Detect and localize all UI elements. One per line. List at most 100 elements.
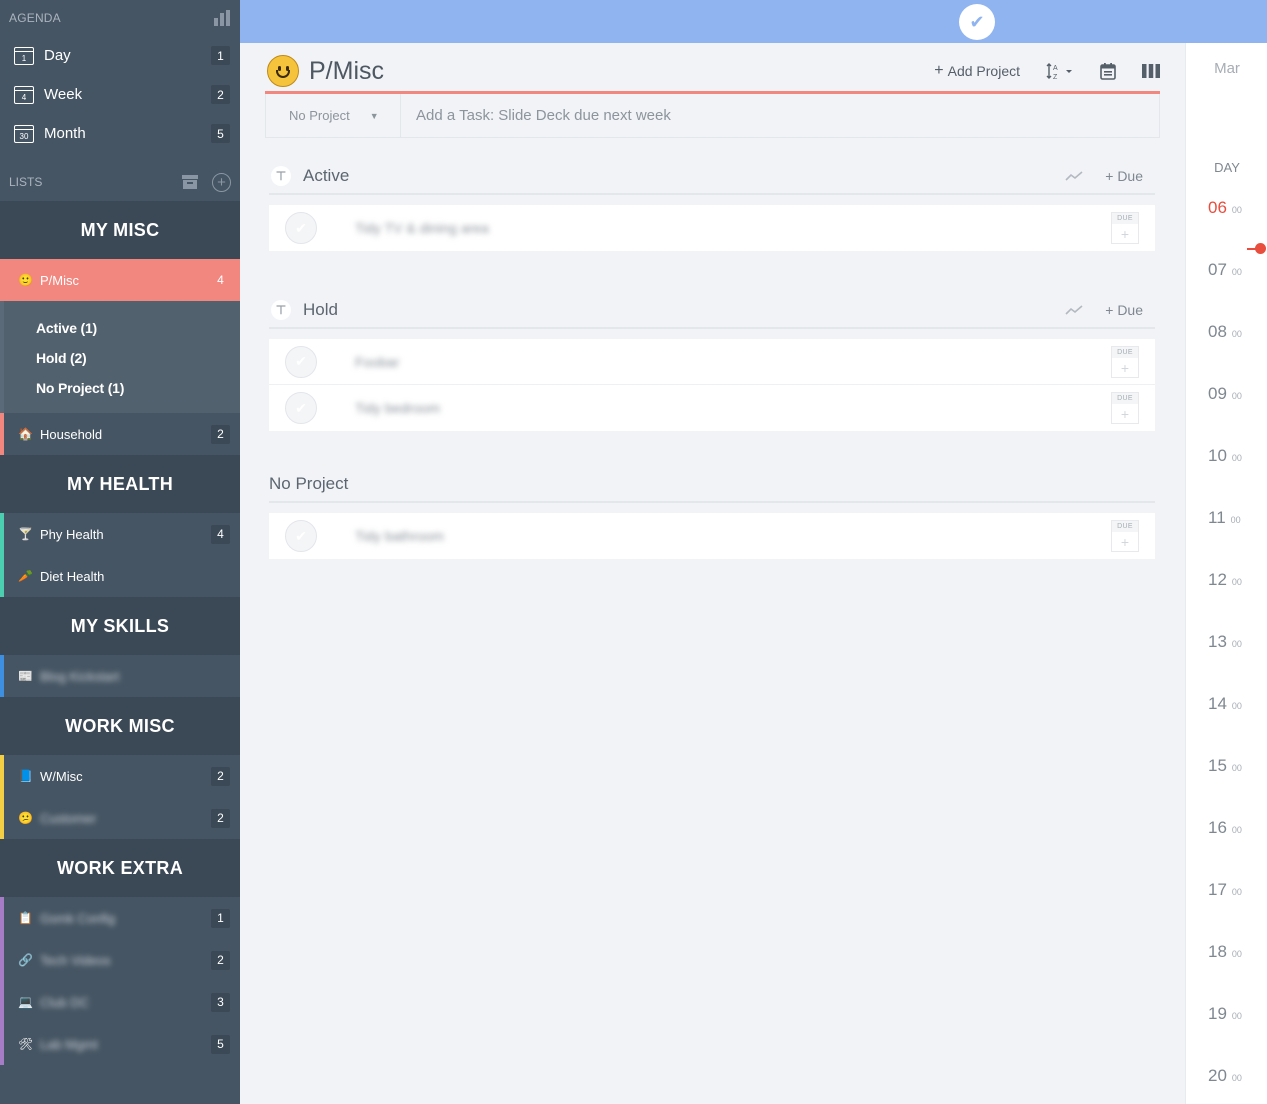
list-item-p-misc[interactable]: 🙂 P/Misc 4 xyxy=(0,259,240,301)
due-date-button[interactable]: DUE + xyxy=(1111,345,1139,378)
list-label: W/Misc xyxy=(40,768,83,784)
section-title: Hold xyxy=(303,300,338,319)
group-title: WORK EXTRA xyxy=(0,839,240,897)
list-item-videos[interactable]: 🔗 Tech Videos 2 xyxy=(0,939,240,981)
task-title[interactable]: Foobar xyxy=(355,354,1111,370)
project-select[interactable]: No Project ▼ xyxy=(266,94,401,137)
add-due-button[interactable]: + Due xyxy=(1105,302,1143,318)
list-label: P/Misc xyxy=(40,272,79,288)
task-row[interactable]: ✔ Tidy bathroom DUE + xyxy=(269,513,1155,559)
due-date-button[interactable]: DUE + xyxy=(1111,520,1139,552)
house-icon: 🏠 xyxy=(18,427,33,441)
minute-label: 00 xyxy=(1231,763,1242,773)
hour-slot[interactable]: 18 00 xyxy=(1186,942,1267,962)
list-item-lab[interactable]: 🛠 Lab Mgmt 5 xyxy=(0,1023,240,1065)
minute-label: 00 xyxy=(1231,329,1242,339)
add-due-button[interactable]: + Due xyxy=(1105,168,1143,184)
hour-slot[interactable]: 20 00 xyxy=(1186,1066,1267,1086)
complete-check-icon[interactable]: ✔ xyxy=(285,212,317,244)
hour-slot[interactable]: 10 00 xyxy=(1186,446,1267,466)
app-logo-check-icon[interactable]: ✔ xyxy=(959,4,995,40)
complete-check-icon[interactable]: ✔ xyxy=(285,392,317,424)
complete-check-icon[interactable]: ✔ xyxy=(285,520,317,552)
list-count: 2 xyxy=(211,950,230,970)
task-title[interactable]: Tidy bathroom xyxy=(355,528,1111,544)
hour-slot[interactable]: 08 00 xyxy=(1186,322,1267,342)
calendar-view-button[interactable] xyxy=(1100,62,1116,80)
list-label: Club DC xyxy=(40,994,90,1010)
list-item-customer[interactable]: 😕 Customer 2 xyxy=(0,797,240,839)
agenda-label: Week xyxy=(44,86,83,103)
list-item-phy-health[interactable]: 🍸 Phy Health 4 xyxy=(0,513,240,555)
due-date-button[interactable]: DUE + xyxy=(1111,392,1139,424)
hour-label: 17 xyxy=(1208,880,1227,899)
due-date-button[interactable]: DUE + xyxy=(1111,212,1139,244)
complete-check-icon[interactable]: ✔ xyxy=(285,345,317,378)
archive-icon[interactable] xyxy=(182,175,198,189)
minute-label: 00 xyxy=(1231,391,1242,401)
hour-slot[interactable]: 16 00 xyxy=(1186,818,1267,838)
list-item-config[interactable]: 📋 Gsmk Config 1 xyxy=(0,897,240,939)
agenda-item-week[interactable]: 4 Week 2 xyxy=(0,75,240,114)
sublist-item-active[interactable]: Active (1) xyxy=(36,313,240,343)
list-count: 4 xyxy=(211,524,230,544)
hour-slot[interactable]: 14 00 xyxy=(1186,694,1267,714)
list-item-diet-health[interactable]: 🥕 Diet Health xyxy=(0,555,240,597)
list-count: 2 xyxy=(211,766,230,786)
list-item-w-misc[interactable]: 📘 W/Misc 2 xyxy=(0,755,240,797)
list-item-club[interactable]: 💻 Club DC 3 xyxy=(0,981,240,1023)
list-item-household[interactable]: 🏠 Household 2 xyxy=(0,413,240,455)
list-label: Lab Mgmt xyxy=(40,1036,98,1052)
task-title[interactable]: Tidy TV & dining area xyxy=(355,220,1111,236)
list-item-blog[interactable]: 📰 Blog Kickstart xyxy=(0,655,240,697)
hour-label: 10 xyxy=(1208,446,1227,465)
trend-icon[interactable] xyxy=(1065,304,1083,316)
task-row[interactable]: ✔ Tidy TV & dining area DUE + xyxy=(269,205,1155,251)
agenda-count: 5 xyxy=(211,124,230,143)
lists-header: LISTS + xyxy=(0,163,240,201)
hour-label: 20 xyxy=(1208,1066,1227,1085)
task-row[interactable]: ✔ Tidy bedroom DUE + xyxy=(269,385,1155,431)
list-label: Customer xyxy=(40,810,97,826)
book-icon: 📘 xyxy=(18,769,33,783)
hour-slot[interactable]: 13 00 xyxy=(1186,632,1267,652)
sublist-item-no-project[interactable]: No Project (1) xyxy=(36,373,240,403)
hour-slot[interactable]: 07 00 xyxy=(1186,260,1267,280)
calendar-month[interactable]: Mar xyxy=(1186,60,1267,77)
section-header: ⊤ Active + Due xyxy=(269,159,1155,195)
list-count: 2 xyxy=(211,808,230,828)
agenda-header: AGENDA xyxy=(0,0,240,36)
hour-slot[interactable]: 19 00 xyxy=(1186,1004,1267,1024)
add-project-button[interactable]: + Add Project xyxy=(934,62,1020,80)
hour-slot[interactable]: 17 00 xyxy=(1186,880,1267,900)
hour-label: 14 xyxy=(1208,694,1227,713)
sidebar: AGENDA 1 Day 1 4 Week 2 30 Month 5 LISTS… xyxy=(0,0,240,1104)
hour-slot[interactable]: 11 00 xyxy=(1186,508,1267,528)
newspaper-icon: 📰 xyxy=(18,669,33,683)
task-title[interactable]: Tidy bedroom xyxy=(355,400,1111,416)
sort-button[interactable]: A Z xyxy=(1046,62,1074,80)
board-view-button[interactable] xyxy=(1142,64,1160,78)
agenda-item-month[interactable]: 30 Month 5 xyxy=(0,114,240,153)
pin-icon[interactable]: ⊤ xyxy=(271,166,291,186)
trend-icon[interactable] xyxy=(1065,170,1083,182)
agenda-item-day[interactable]: 1 Day 1 xyxy=(0,36,240,75)
carrot-icon: 🥕 xyxy=(18,569,33,583)
task-row[interactable]: ✔ Foobar DUE + xyxy=(269,339,1155,385)
minute-label: 00 xyxy=(1231,825,1242,835)
hour-slot[interactable]: 12 00 xyxy=(1186,570,1267,590)
hour-slot[interactable]: 06 00 xyxy=(1186,198,1267,218)
minute-label: 00 xyxy=(1231,577,1242,587)
sublist-item-hold[interactable]: Hold (2) xyxy=(36,343,240,373)
add-task-input[interactable] xyxy=(401,94,1159,137)
plus-icon: + xyxy=(1120,406,1130,422)
calendar-view-label[interactable]: DAY xyxy=(1186,160,1267,175)
plus-icon: + xyxy=(1120,534,1130,550)
hour-slot[interactable]: 15 00 xyxy=(1186,756,1267,776)
section-header: No Project xyxy=(269,467,1155,503)
pin-icon[interactable]: ⊤ xyxy=(271,300,291,320)
hour-slot[interactable]: 09 00 xyxy=(1186,384,1267,404)
add-list-icon[interactable]: + xyxy=(212,172,231,192)
bar-chart-icon[interactable] xyxy=(213,10,231,26)
agenda-count: 2 xyxy=(211,85,230,104)
